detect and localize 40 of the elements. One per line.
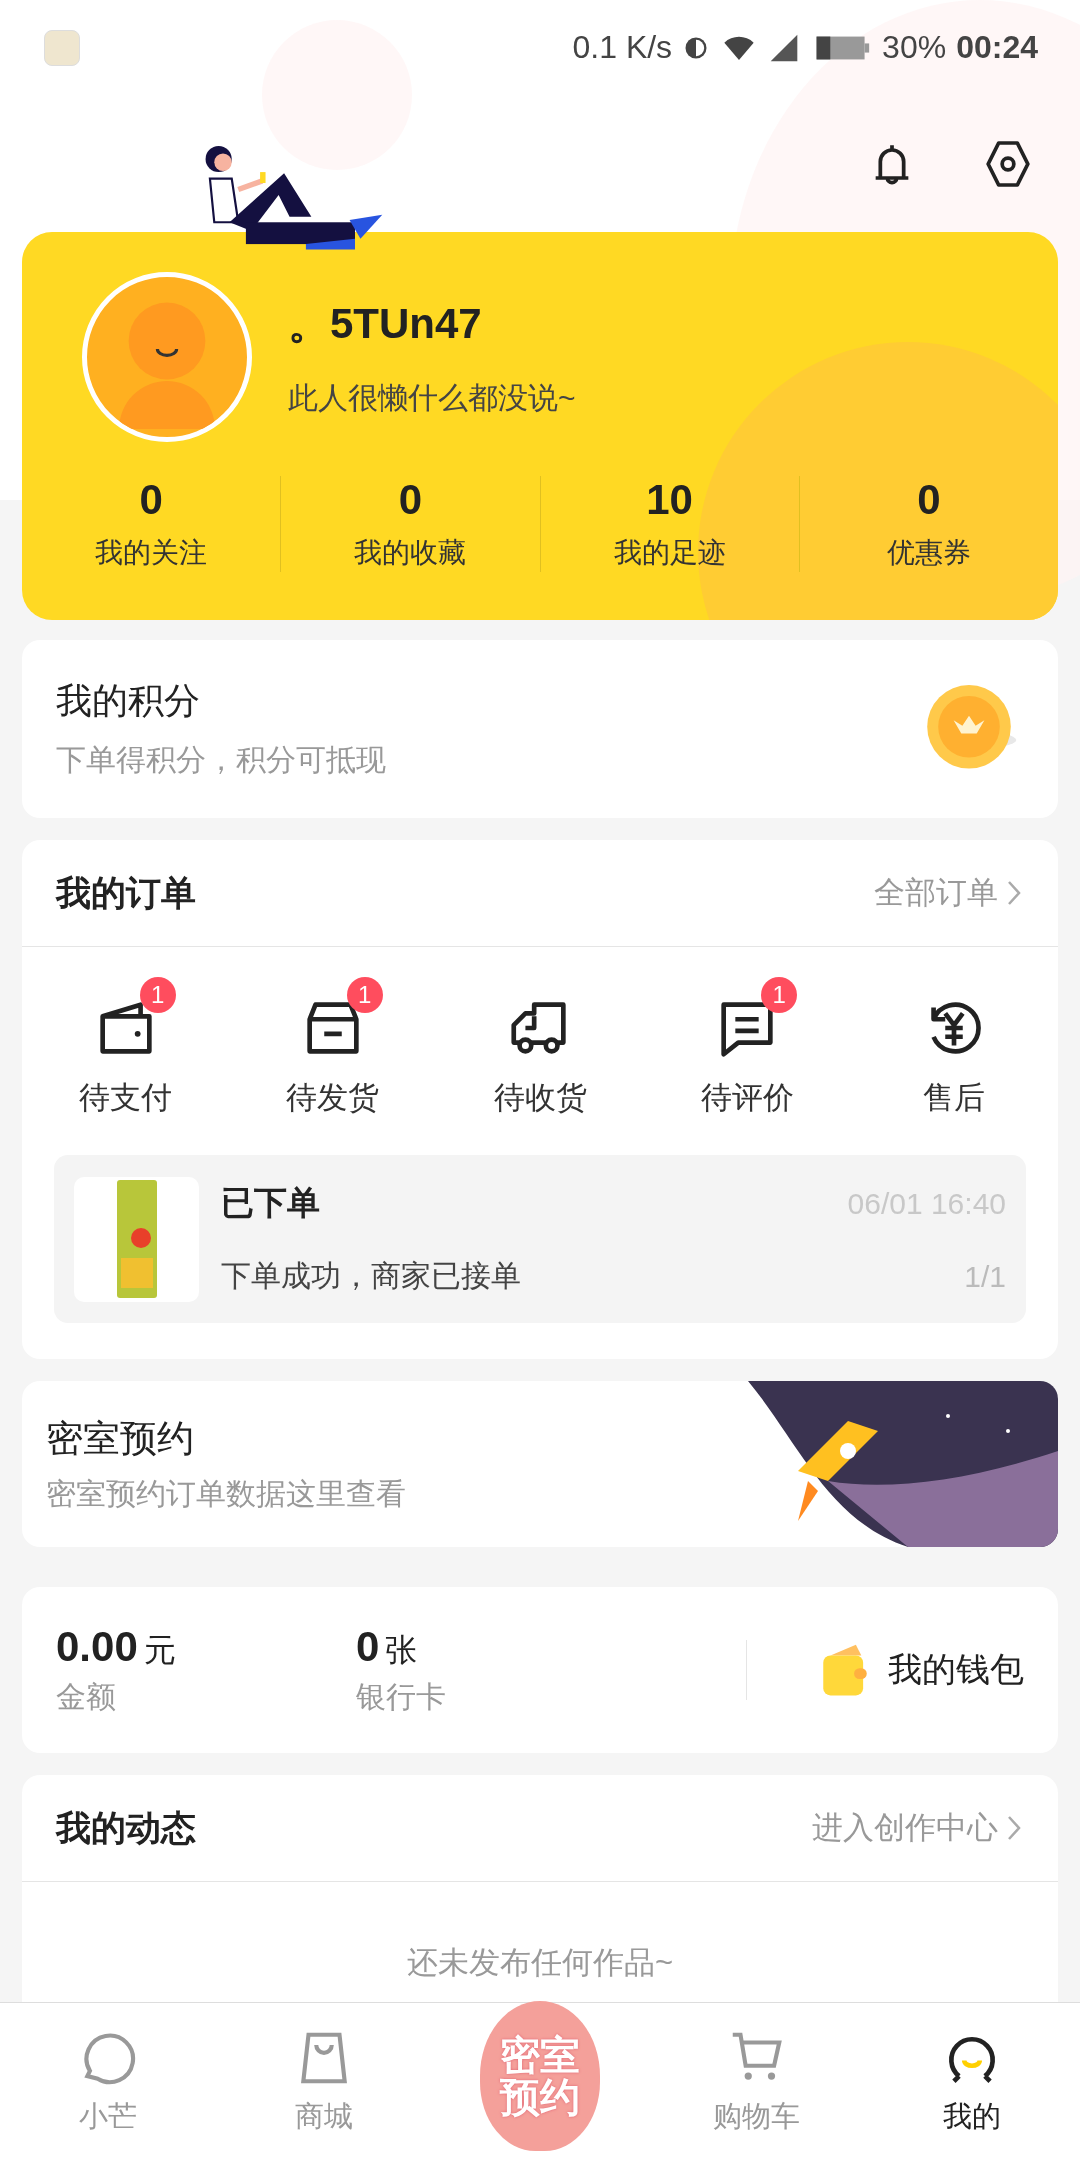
balance-amount: 0.00 元 <box>56 1622 177 1672</box>
escape-room-card[interactable]: 密室预约 密室预约订单数据这里查看 <box>22 1381 1058 1547</box>
order-status-item[interactable]: 1 待评价 <box>643 977 851 1119</box>
stat-count: 0 <box>139 476 163 524</box>
stat-label[interactable]: 优惠券 <box>886 534 971 572</box>
my-wallet-link[interactable]: 我的钱包 <box>747 1641 1024 1699</box>
bank-card-amount: 0 张 <box>356 1622 419 1672</box>
bank-card-label: 银行卡 <box>356 1678 447 1715</box>
user-bio: 此人很懒什么都没说~ <box>288 379 576 416</box>
app-icon <box>44 29 80 66</box>
stat-label[interactable]: 我的足迹 <box>613 534 726 572</box>
balance-label: 金额 <box>56 1678 117 1715</box>
section-title: 我的订单 <box>56 871 197 914</box>
username: 。5TUn47 <box>288 298 483 349</box>
count-badge: 1 <box>139 977 176 1013</box>
order-status-item[interactable]: 售后 <box>850 977 1058 1119</box>
page-count: 1/1 <box>964 1259 1006 1294</box>
escape-room-title: 密室预约 <box>46 1416 195 1461</box>
order-status-item[interactable]: 1 待支付 <box>22 977 230 1119</box>
order-status-item[interactable]: 1 待发货 <box>229 977 437 1119</box>
empty-message: 还未发布任何作品~ <box>406 1945 674 1980</box>
escape-room-subtitle: 密室预约订单数据这里查看 <box>46 1475 407 1512</box>
points-title: 我的积分 <box>56 679 201 723</box>
battery-percent: 30% <box>882 29 947 66</box>
order-message: 下单成功，商家已接单 <box>221 1258 521 1294</box>
stat-label[interactable]: 我的收藏 <box>354 534 467 572</box>
clock: 00:24 <box>956 29 1038 66</box>
stat-label[interactable]: 我的关注 <box>95 534 208 572</box>
points-subtitle: 下单得积分，积分可抵现 <box>56 742 387 778</box>
section-title: 我的动态 <box>56 1806 197 1849</box>
order-status-item[interactable]: 待收货 <box>436 977 644 1119</box>
stat-count: 10 <box>646 476 693 524</box>
order-status: 已下单 <box>221 1183 320 1223</box>
count-badge: 1 <box>761 977 798 1013</box>
points-card[interactable]: 我的积分 下单得积分，积分可抵现 <box>22 640 1058 818</box>
stat-count: 0 <box>917 476 941 524</box>
network-speed: 0.1 K/s <box>572 29 673 66</box>
stat-count: 0 <box>398 476 423 524</box>
count-badge: 1 <box>346 977 383 1013</box>
nav-tab[interactable]: 我的 <box>864 2026 1080 2137</box>
